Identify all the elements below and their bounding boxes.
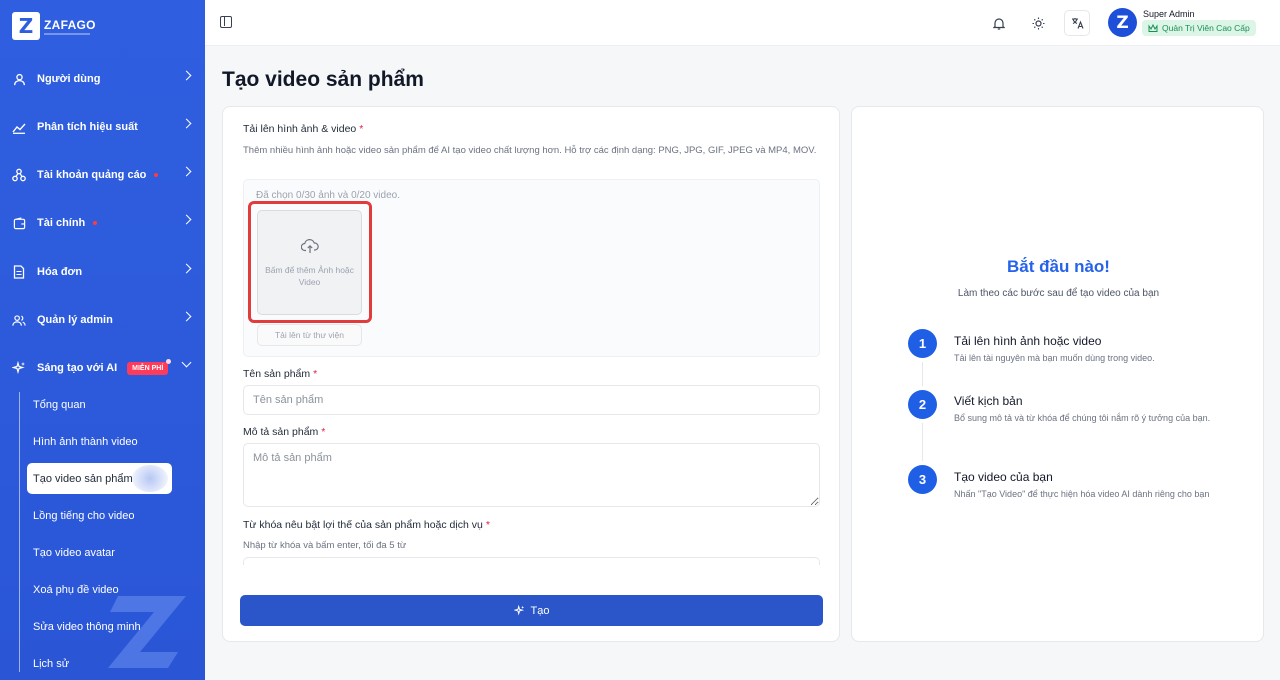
guide-title: Bắt đầu nào! bbox=[1007, 257, 1110, 276]
cloud-upload-icon bbox=[300, 238, 319, 253]
notification-dot bbox=[93, 221, 98, 225]
sidebar-item-label: Người dùng bbox=[37, 73, 101, 85]
chevron-right-icon bbox=[181, 311, 192, 322]
sub-item-voiceover[interactable]: Lồng tiếng cho video bbox=[27, 500, 172, 531]
sidebar-item-finance[interactable]: Tài chính bbox=[0, 208, 205, 238]
upload-label: Tải lên hình ảnh & video * bbox=[243, 123, 364, 135]
watermark-logo bbox=[108, 596, 186, 668]
sidebar-toggle-icon[interactable] bbox=[220, 16, 232, 28]
keywords-label: Từ khóa nêu bật lợi thế của sản phẩm hoặ… bbox=[243, 519, 490, 531]
sidebar-item-users[interactable]: Người dùng bbox=[0, 64, 205, 94]
step-number: 1 bbox=[908, 329, 937, 358]
product-video-form: Tải lên hình ảnh & video * Thêm nhiều hìn… bbox=[222, 106, 840, 642]
theme-toggle-button[interactable] bbox=[1025, 10, 1051, 36]
chevron-right-icon bbox=[181, 70, 192, 81]
top-bar: Z Super Admin Quản Trị Viên Cao Cấp bbox=[205, 0, 1280, 46]
page-title: Tạo video sản phẩm bbox=[222, 68, 424, 91]
chevron-down-icon bbox=[181, 357, 192, 368]
users-icon bbox=[12, 313, 26, 327]
upload-count: Đã chọn 0/30 ảnh và 0/20 video. bbox=[256, 190, 400, 201]
step-title: Viết kịch bản bbox=[954, 394, 1023, 408]
sub-item-product-video[interactable]: Tạo video sản phẩm bbox=[27, 463, 172, 494]
product-desc-label: Mô tả sản phẩm * bbox=[243, 426, 326, 438]
upload-help-text: Thêm nhiều hình ảnh hoặc video sản phẩm … bbox=[243, 145, 817, 156]
product-name-input[interactable] bbox=[243, 385, 820, 415]
chevron-right-icon bbox=[181, 214, 192, 225]
sparkles-icon bbox=[513, 605, 524, 616]
keywords-help-text: Nhập từ khóa và bấm enter, tối đa 5 từ bbox=[243, 540, 407, 551]
chart-line-icon bbox=[12, 120, 26, 134]
add-media-text: Bấm để thêm Ảnh hoặc Video bbox=[265, 264, 354, 287]
step-description: Nhấn "Tạo Video" để thực hiện hóa video … bbox=[954, 489, 1210, 499]
crown-icon bbox=[1148, 23, 1158, 32]
free-badge: MIỄN PHÍ bbox=[127, 358, 172, 375]
sidebar-item-label: Sáng tạo với AI bbox=[37, 362, 118, 374]
upload-from-library-button[interactable]: Tải lên từ thư viện bbox=[257, 324, 362, 346]
step-number: 2 bbox=[908, 390, 937, 419]
step-description: Tải lên tài nguyên mà bạn muốn dùng tron… bbox=[954, 353, 1155, 363]
sparkles-icon bbox=[12, 361, 26, 375]
sidebar-item-label: Quản lý admin bbox=[37, 314, 113, 326]
sidebar-item-label: Hóa đơn bbox=[37, 266, 83, 278]
role-badge: Quản Trị Viên Cao Cấp bbox=[1142, 20, 1256, 36]
avatar[interactable]: Z bbox=[1108, 8, 1137, 37]
sub-item-avatar-video[interactable]: Tạo video avatar bbox=[27, 537, 172, 568]
sun-icon bbox=[1032, 17, 1044, 29]
brand-name: ZAFAGO bbox=[44, 17, 96, 32]
user-name: Super Admin bbox=[1143, 9, 1195, 19]
bell-icon bbox=[993, 17, 1005, 30]
sidebar-item-invoices[interactable]: Hóa đơn bbox=[0, 257, 205, 287]
chevron-right-icon bbox=[181, 118, 192, 129]
notification-button[interactable] bbox=[986, 10, 1012, 36]
brand-logo[interactable]: Z ZAFAGO bbox=[12, 12, 96, 40]
step-title: Tải lên hình ảnh hoặc video bbox=[954, 334, 1102, 348]
logo-mark: Z bbox=[12, 12, 40, 40]
language-button[interactable] bbox=[1064, 10, 1090, 36]
sidebar-item-label: Tài khoản quảng cáo bbox=[37, 169, 147, 181]
product-name-label: Tên sản phẩm * bbox=[243, 368, 318, 380]
sidebar-item-ad-accounts[interactable]: Tài khoản quảng cáo bbox=[0, 160, 205, 190]
notification-dot bbox=[154, 173, 159, 177]
guide-subtitle: Làm theo các bước sau để tạo video của b… bbox=[957, 288, 1160, 299]
chevron-right-icon bbox=[181, 263, 192, 274]
keywords-input[interactable] bbox=[243, 557, 820, 565]
sidebar-item-admin[interactable]: Quản lý admin bbox=[0, 305, 205, 335]
sidebar-item-label: Tài chính bbox=[37, 217, 86, 229]
create-button-label: Tạo bbox=[530, 604, 550, 617]
submenu-guide-line bbox=[19, 392, 20, 672]
network-icon bbox=[12, 168, 26, 182]
step-number: 3 bbox=[908, 465, 937, 494]
sidebar-item-ai-create[interactable]: Sáng tạo với AI MIỄN PHÍ bbox=[0, 353, 205, 383]
role-label: Quản Trị Viên Cao Cấp bbox=[1162, 23, 1250, 33]
step-description: Bổ sung mô tả và từ khóa để chúng tôi nắ… bbox=[954, 413, 1211, 423]
product-desc-textarea[interactable] bbox=[243, 443, 820, 507]
getting-started-panel: Bắt đầu nào! Làm theo các bước sau để tạ… bbox=[851, 106, 1264, 642]
sidebar-item-analytics[interactable]: Phân tích hiệu suất bbox=[0, 112, 205, 142]
user-icon bbox=[12, 72, 26, 86]
sidebar: Z ZAFAGO Người dùng Phân tích hiệu suất … bbox=[0, 0, 205, 680]
sub-item-image-to-video[interactable]: Hình ảnh thành video bbox=[27, 426, 172, 457]
create-button[interactable]: Tạo bbox=[240, 595, 823, 626]
upload-zone[interactable]: Đã chọn 0/30 ảnh và 0/20 video. Bấm để t… bbox=[243, 179, 820, 357]
chevron-right-icon bbox=[181, 166, 192, 177]
brand-tagline-line bbox=[44, 32, 90, 35]
sidebar-item-label: Phân tích hiệu suất bbox=[37, 121, 138, 133]
step-title: Tạo video của bạn bbox=[954, 470, 1053, 484]
document-icon bbox=[12, 265, 26, 279]
wallet-icon bbox=[12, 216, 26, 230]
translate-icon bbox=[1071, 18, 1084, 29]
add-media-tile[interactable]: Bấm để thêm Ảnh hoặc Video bbox=[257, 210, 362, 315]
sub-item-overview[interactable]: Tổng quan bbox=[27, 389, 172, 420]
